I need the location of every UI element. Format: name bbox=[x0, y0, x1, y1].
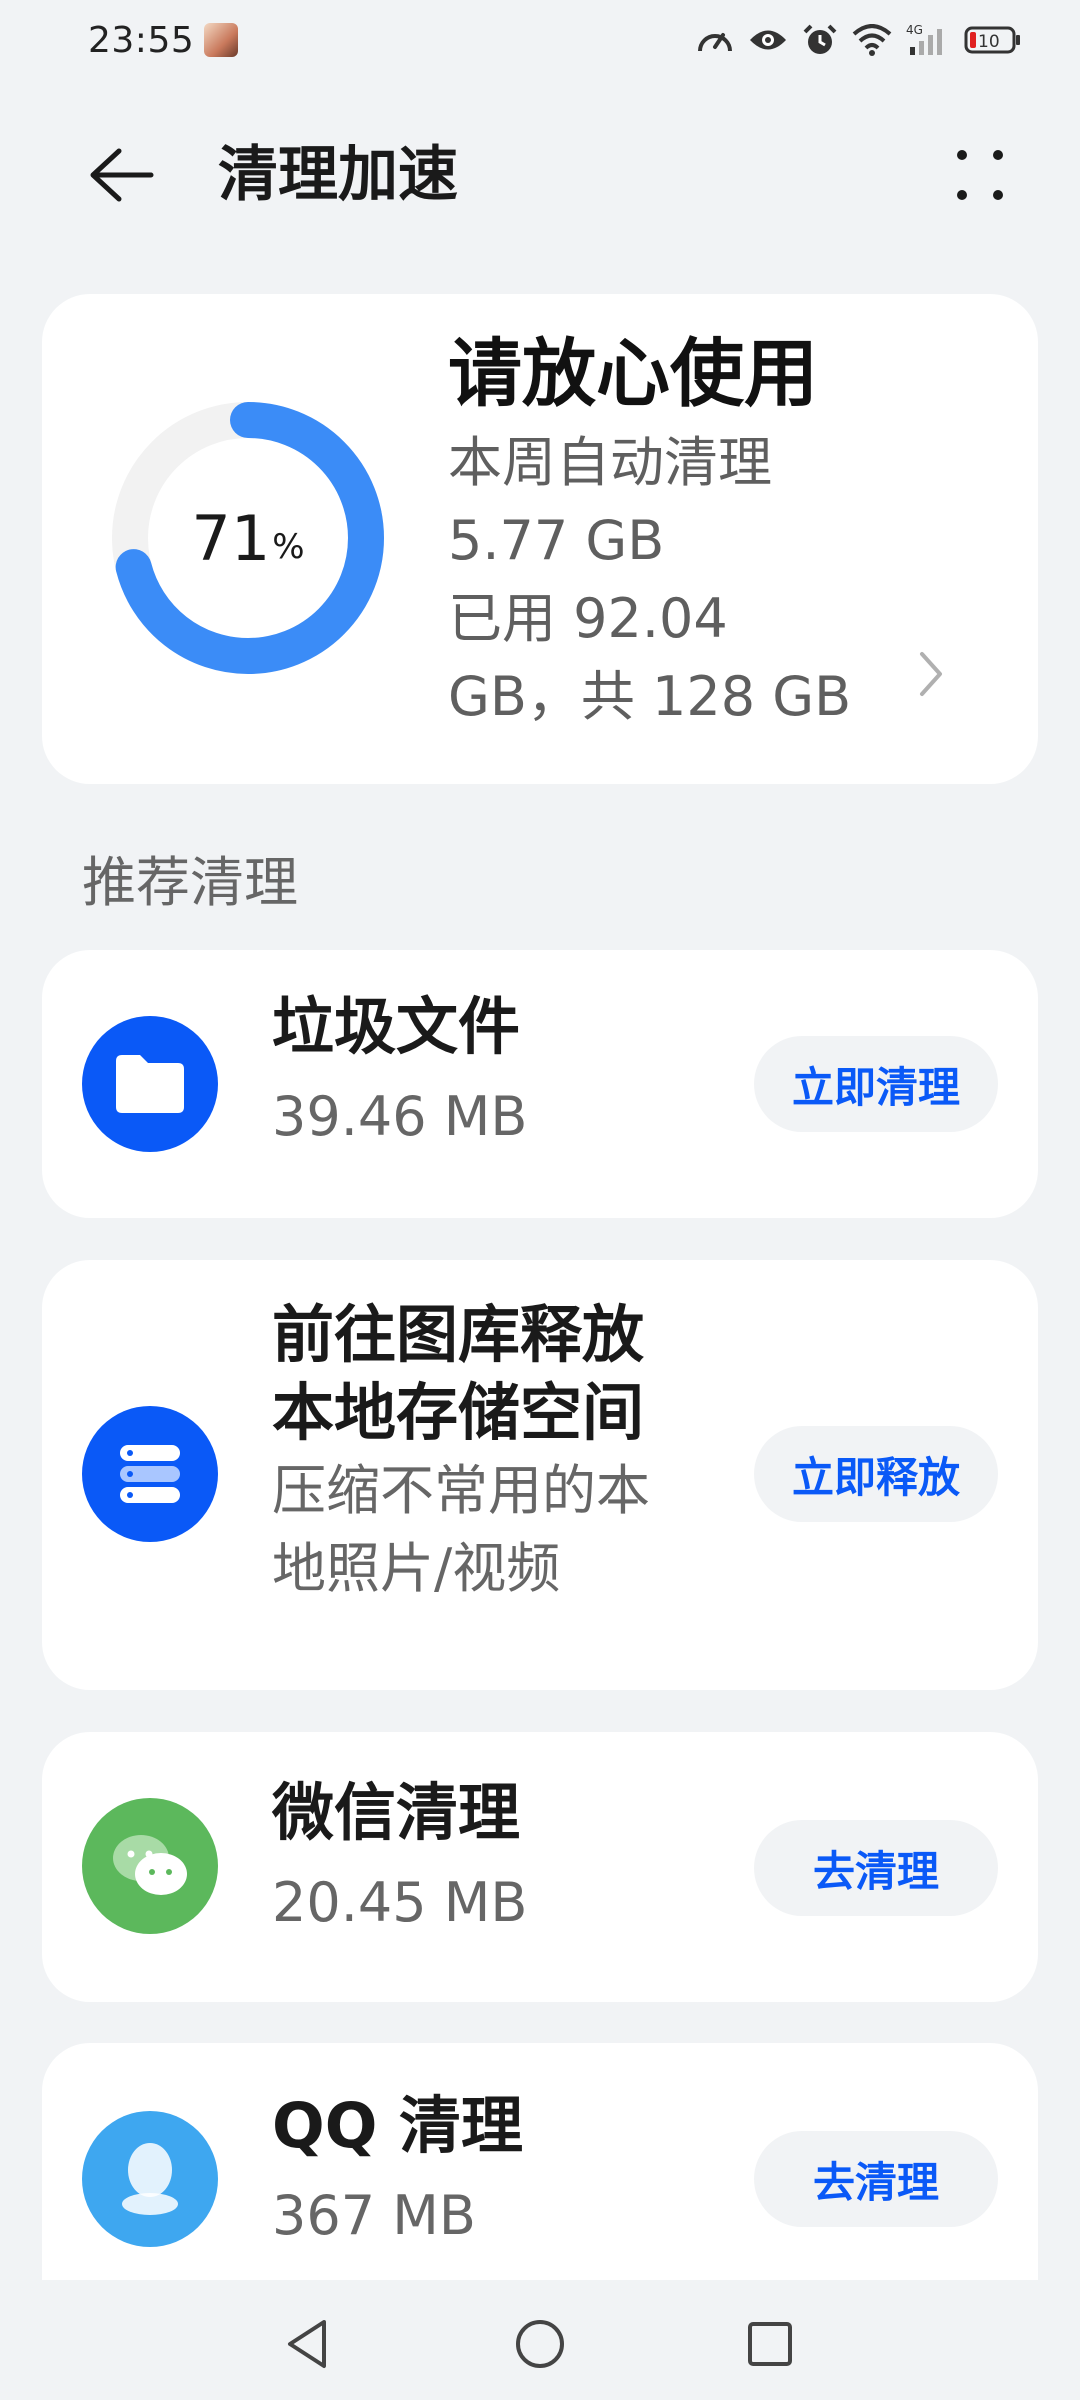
section-title-recommended: 推荐清理 bbox=[82, 851, 298, 914]
gallery-storage-card[interactable]: 前往图库释放 本地存储空间 压缩不常用的本 地照片/视频 立即释放 bbox=[42, 1260, 1038, 1690]
notification-avatar-icon bbox=[204, 23, 239, 57]
eye-icon bbox=[748, 25, 788, 55]
more-dots-icon bbox=[957, 150, 1003, 200]
junk-files-title: 垃圾文件 bbox=[272, 990, 521, 1063]
storage-percent: 71 % bbox=[98, 388, 398, 688]
junk-files-size: 39.46 MB bbox=[272, 1085, 528, 1148]
folder-icon bbox=[82, 1016, 218, 1152]
gallery-subtitle-line1: 压缩不常用的本 bbox=[272, 1459, 650, 1522]
gallery-subtitle-line2: 地照片/视频 bbox=[272, 1537, 561, 1600]
nav-home-button[interactable] bbox=[500, 2304, 580, 2384]
storage-percent-value: 71 bbox=[191, 501, 271, 575]
page-title: 清理加速 bbox=[218, 140, 458, 210]
signal-icon: 4G bbox=[906, 23, 950, 57]
junk-files-card[interactable]: 垃圾文件 39.46 MB 立即清理 bbox=[42, 950, 1038, 1218]
alarm-icon bbox=[802, 23, 838, 57]
storage-used-line2: GB，共 128 GB bbox=[448, 665, 852, 728]
svg-text:10: 10 bbox=[978, 32, 1000, 52]
svg-text:4G: 4G bbox=[906, 23, 923, 37]
auto-clean-size: 5.77 GB bbox=[448, 509, 665, 572]
arrow-left-icon bbox=[90, 148, 154, 202]
qq-icon bbox=[82, 2111, 218, 2247]
nav-back-button[interactable] bbox=[268, 2304, 348, 2384]
wechat-clean-card[interactable]: 微信清理 20.45 MB 去清理 bbox=[42, 1732, 1038, 2002]
battery-icon: 10 bbox=[964, 25, 1022, 55]
gallery-title-line2: 本地存储空间 bbox=[272, 1376, 645, 1449]
system-navigation-bar bbox=[0, 2280, 1080, 2400]
storage-status: 请放心使用 bbox=[448, 331, 818, 417]
storage-percent-unit: % bbox=[272, 527, 305, 567]
speed-icon bbox=[696, 23, 734, 57]
nav-recents-button[interactable] bbox=[730, 2304, 810, 2384]
storage-usage-ring: 71 % bbox=[98, 388, 398, 688]
storage-summary-card[interactable]: 71 % 请放心使用 本周自动清理 5.77 GB 已用 92.04 GB，共 … bbox=[42, 294, 1038, 784]
storage-used-line1: 已用 92.04 bbox=[448, 587, 728, 650]
chevron-right-icon bbox=[916, 650, 946, 702]
qq-clean-title: QQ 清理 bbox=[272, 2089, 523, 2162]
storage-info: 请放心使用 本周自动清理 5.77 GB 已用 92.04 GB，共 128 G… bbox=[448, 324, 968, 736]
status-right: 4G 10 bbox=[696, 23, 1022, 57]
clean-now-button[interactable]: 立即清理 bbox=[754, 1036, 998, 1132]
wechat-icon bbox=[82, 1798, 218, 1934]
wechat-clean-size: 20.45 MB bbox=[272, 1871, 528, 1934]
app-header: 清理加速 bbox=[0, 110, 1080, 240]
status-time: 23:55 bbox=[88, 19, 195, 61]
more-options-button[interactable] bbox=[940, 140, 1020, 210]
back-triangle-icon bbox=[288, 2320, 326, 2368]
home-circle-icon bbox=[516, 2320, 564, 2368]
qq-clean-size: 367 MB bbox=[272, 2184, 476, 2247]
free-up-now-button[interactable]: 立即释放 bbox=[754, 1426, 998, 1522]
wechat-clean-title: 微信清理 bbox=[272, 1776, 521, 1849]
recents-square-icon bbox=[748, 2322, 792, 2366]
status-bar: 23:55 4G 10 bbox=[0, 0, 1080, 80]
storage-stack-icon bbox=[82, 1406, 218, 1542]
wifi-icon bbox=[852, 24, 892, 56]
auto-clean-label: 本周自动清理 bbox=[448, 431, 772, 494]
status-left: 23:55 bbox=[88, 19, 239, 61]
go-clean-qq-button[interactable]: 去清理 bbox=[754, 2131, 998, 2227]
gallery-title-line1: 前往图库释放 bbox=[272, 1298, 645, 1371]
back-button[interactable] bbox=[80, 140, 160, 210]
go-clean-wechat-button[interactable]: 去清理 bbox=[754, 1820, 998, 1916]
